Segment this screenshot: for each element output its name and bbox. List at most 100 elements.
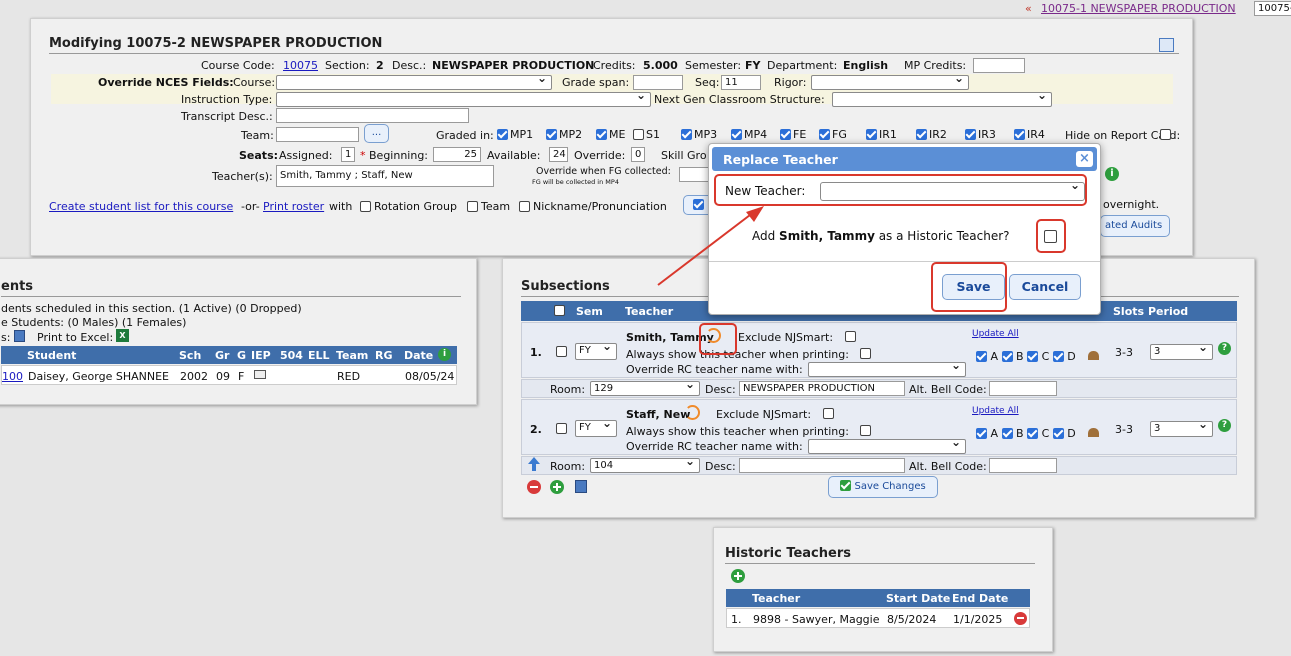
sem-select[interactable]: FY	[575, 340, 617, 360]
remove-icon[interactable]	[527, 480, 541, 494]
graded-in-checkbox[interactable]	[731, 129, 742, 140]
rigor-select[interactable]	[811, 72, 969, 90]
graded-in-me[interactable]: ME	[596, 128, 625, 141]
sem-select[interactable]: FY	[575, 417, 617, 437]
course-code-link[interactable]: 10075	[283, 59, 318, 72]
always-show-label: Always show this teacher when printing:	[626, 425, 849, 438]
beginning-input[interactable]: 25	[433, 147, 481, 162]
graded-in-ir2[interactable]: IR2	[916, 128, 947, 141]
move-up-icon[interactable]	[528, 457, 540, 471]
row-checkbox[interactable]	[556, 423, 567, 434]
mp-credits-input[interactable]	[973, 58, 1025, 73]
override-rc-label: Override RC teacher name with:	[626, 363, 803, 376]
graded-in-ir4[interactable]: IR4	[1014, 128, 1045, 141]
instruction-type-select[interactable]	[276, 89, 651, 107]
hide-report-card-checkbox[interactable]	[1160, 129, 1171, 140]
nickname-checkbox[interactable]	[519, 201, 530, 212]
graded-in-checkbox[interactable]	[780, 129, 791, 140]
graded-in-mp1[interactable]: MP1	[497, 128, 533, 141]
exclude-njsmart-checkbox[interactable]	[845, 331, 856, 342]
room-row: Room: 104 Desc: Alt. Bell Code:	[521, 455, 1237, 475]
help-icon[interactable]: ?	[1218, 342, 1231, 355]
add-historic-icon[interactable]	[731, 569, 745, 583]
print-roster-link[interactable]: Print roster	[263, 200, 324, 213]
create-student-list-link[interactable]: Create student list for this course	[49, 200, 233, 213]
room-select[interactable]: 129	[590, 378, 700, 396]
graded-in-mp2[interactable]: MP2	[546, 128, 582, 141]
graded-in-checkbox[interactable]	[965, 129, 976, 140]
desc-value: NEWSPAPER PRODUCTION	[432, 59, 595, 72]
dialog-titlebar: Replace Teacher ×	[712, 147, 1097, 171]
transcript-desc-label: Transcript Desc.:	[181, 110, 273, 123]
graded-in-checkbox[interactable]	[916, 129, 927, 140]
replace-teacher-icon[interactable]	[685, 405, 700, 420]
bell-icon[interactable]	[1088, 351, 1099, 360]
folder-icon[interactable]	[254, 370, 266, 379]
period-select[interactable]: 3	[1150, 418, 1213, 437]
period-select[interactable]: 3	[1150, 341, 1213, 360]
help-icon[interactable]: ?	[1218, 419, 1231, 432]
room-select[interactable]: 104	[590, 455, 700, 473]
team-checkbox[interactable]	[467, 201, 478, 212]
course-select[interactable]	[276, 72, 552, 90]
slots-value: 3-3	[1115, 346, 1133, 359]
graded-in-ir3[interactable]: IR3	[965, 128, 996, 141]
alt-bell-input[interactable]	[989, 381, 1057, 396]
graded-in-checkbox[interactable]	[819, 129, 830, 140]
update-all-link[interactable]: Update All	[972, 329, 1019, 339]
always-show-checkbox[interactable]	[860, 425, 871, 436]
override-fg-input[interactable]	[679, 167, 711, 182]
audits-button[interactable]: ated Audits	[1100, 215, 1170, 237]
next-gen-select[interactable]	[832, 89, 1052, 107]
add-icon[interactable]	[550, 480, 564, 494]
graded-in-checkbox[interactable]	[866, 129, 877, 140]
always-show-checkbox[interactable]	[860, 348, 871, 359]
graded-in-checkbox[interactable]	[546, 129, 557, 140]
section-jump-field[interactable]: 10075-	[1254, 1, 1291, 16]
grade-span-label: Grade span:	[562, 76, 630, 89]
graded-in-ir1[interactable]: IR1	[866, 128, 897, 141]
previous-section-link[interactable]: 10075-1 NEWSPAPER PRODUCTION	[1041, 2, 1236, 15]
graded-in-fe[interactable]: FE	[780, 128, 806, 141]
cancel-button[interactable]: Cancel	[1009, 274, 1081, 300]
override-rc-select[interactable]	[808, 359, 966, 377]
subsection-row: 1. FY Smith, Tammy Exclude NJSmart: Alwa…	[521, 322, 1237, 378]
transcript-desc-input[interactable]	[276, 108, 469, 123]
dialog-title: Replace Teacher	[723, 152, 838, 167]
graded-in-checkbox[interactable]	[633, 129, 644, 140]
graded-in-checkbox[interactable]	[1014, 129, 1025, 140]
override-seats-value[interactable]: 0	[631, 147, 645, 162]
graded-in-checkbox[interactable]	[596, 129, 607, 140]
graded-in-fg[interactable]: FG	[819, 128, 847, 141]
exclude-njsmart-checkbox[interactable]	[823, 408, 834, 419]
table-row: 1. 9898 - Sawyer, Maggie 8/5/2024 1/1/20…	[726, 608, 1030, 628]
info-icon[interactable]: i	[1105, 167, 1119, 181]
graded-in-mp3[interactable]: MP3	[681, 128, 717, 141]
student-id-link[interactable]: 100	[2, 370, 23, 383]
row-checkbox[interactable]	[556, 346, 567, 357]
rotation-group-checkbox[interactable]	[360, 201, 371, 212]
graded-in-checkbox[interactable]	[681, 129, 692, 140]
desc-input[interactable]	[739, 458, 905, 473]
select-all-checkbox[interactable]	[554, 305, 565, 316]
alt-bell-input[interactable]	[989, 458, 1057, 473]
calculator-icon[interactable]	[14, 330, 25, 342]
desc-input[interactable]: NEWSPAPER PRODUCTION	[739, 381, 905, 396]
date-info-icon[interactable]: i	[438, 348, 451, 361]
students-title: ents	[1, 279, 34, 294]
override-rc-select[interactable]	[808, 436, 966, 454]
calendar-icon[interactable]	[1159, 38, 1174, 52]
copy-icon[interactable]	[575, 480, 587, 493]
update-all-link[interactable]: Update All	[972, 406, 1019, 416]
excel-icon[interactable]: X	[116, 329, 129, 342]
team-input[interactable]	[276, 127, 359, 142]
delete-historic-icon[interactable]	[1014, 612, 1027, 625]
bell-icon[interactable]	[1088, 428, 1099, 437]
graded-in-mp4[interactable]: MP4	[731, 128, 767, 141]
seq-input[interactable]: 11	[721, 75, 761, 90]
graded-in-s1[interactable]: S1	[633, 128, 660, 141]
team-lookup-button[interactable]: ...	[364, 124, 389, 143]
close-icon[interactable]: ×	[1076, 151, 1093, 167]
save-changes-button[interactable]: Save Changes	[828, 476, 938, 498]
graded-in-checkbox[interactable]	[497, 129, 508, 140]
